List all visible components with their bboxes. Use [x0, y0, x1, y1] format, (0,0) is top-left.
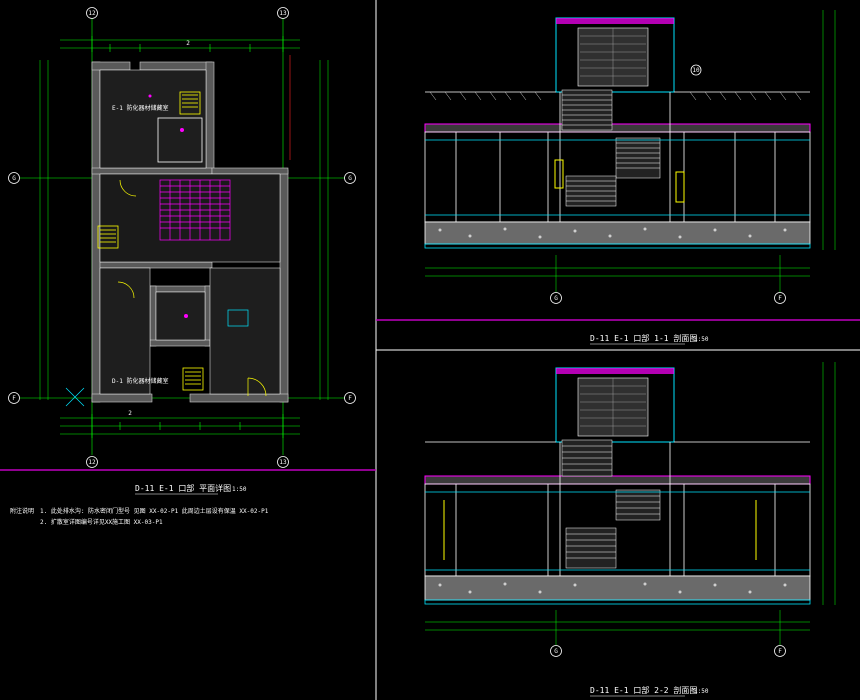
plan-grid-bottom-right: 13 — [279, 459, 287, 466]
section-1-scale: 1:50 — [694, 336, 709, 343]
s1-grid-right: F — [778, 295, 782, 302]
plan-dim-bottom: 2 — [128, 410, 132, 417]
notes-line-2: 2. 扩散室详图编号详见XX施工图 XX-03-P1 — [40, 518, 163, 526]
notes-heading: 附注说明 — [10, 507, 34, 515]
plan-view: 12 13 12 13 G F G F 2 2 E-1 防化器材储藏室 D-1 … — [8, 7, 356, 495]
notes-block: 附注说明 1. 此处排水沟: 防水密闭门型号 见图 XX-02-P1 此周边土层… — [10, 507, 269, 526]
section-1-title: D-11 E-1 口部 1-1 剖面图 — [590, 333, 697, 343]
s2-grid-left: G — [554, 648, 558, 655]
cad-drawing: 12 13 12 13 G F G F 2 2 E-1 防化器材储藏室 D-1 … — [0, 0, 860, 700]
plan-room-label-2: D-1 防化器材储藏室 — [112, 377, 168, 385]
plan-dim-top: 2 — [186, 40, 190, 47]
plan-room-label-1: E-1 防化器材储藏室 — [112, 104, 168, 112]
s2-grid-right: F — [778, 648, 782, 655]
notes-line-1: 1. 此处排水沟: 防水密闭门型号 见图 XX-02-P1 此周边土层设有保温 … — [40, 507, 269, 515]
section-2-title: D-11 E-1 口部 2-2 剖面图 — [590, 685, 697, 695]
plan-grid-top-right: 13 — [279, 10, 287, 17]
section-1-1: G F 10 D-11 E-1 口部 1-1 剖面图 1:50 — [424, 10, 836, 345]
plan-title: D-11 E-1 口部 平面详图 — [135, 483, 231, 493]
s1-grid-left: G — [554, 295, 558, 302]
plan-grid-bottom-left: 12 — [88, 459, 96, 466]
plan-grid-right-lower: F — [348, 395, 352, 402]
plan-scale: 1:50 — [232, 486, 247, 493]
s1-grid-mid: 10 — [692, 67, 700, 74]
plan-grid-top-left: 12 — [88, 10, 96, 17]
section-2-2: G F D-11 E-1 口部 2-2 剖面图 1:50 — [424, 362, 836, 697]
plan-grid-right-upper: G — [348, 175, 352, 182]
plan-grid-left-lower: F — [12, 395, 16, 402]
plan-grid-left-upper: G — [12, 175, 16, 182]
section-2-scale: 1:50 — [694, 688, 709, 695]
